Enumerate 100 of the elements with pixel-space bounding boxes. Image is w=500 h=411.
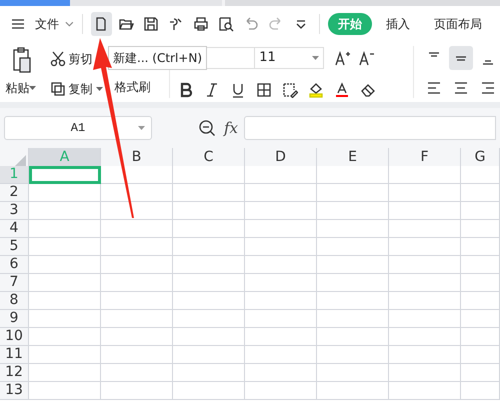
table-cell[interactable] xyxy=(29,256,101,274)
table-cell[interactable] xyxy=(101,220,173,238)
table-cell[interactable] xyxy=(245,256,317,274)
table-cell[interactable] xyxy=(173,256,245,274)
font-size-field[interactable]: 11 xyxy=(254,47,324,69)
row-header[interactable]: 2 xyxy=(0,184,29,202)
table-cell[interactable] xyxy=(173,382,245,400)
row-header[interactable]: 9 xyxy=(0,310,29,328)
ribbon-tab[interactable]: 页面布局 xyxy=(424,13,492,35)
paste-label[interactable]: 粘贴 xyxy=(5,79,30,97)
ribbon-tab[interactable]: 插入 xyxy=(376,13,420,35)
table-cell[interactable] xyxy=(317,166,389,184)
table-cell[interactable] xyxy=(101,238,173,256)
table-cell[interactable] xyxy=(173,238,245,256)
table-cell[interactable] xyxy=(101,328,173,346)
table-cell[interactable] xyxy=(461,310,500,328)
table-cell[interactable] xyxy=(101,202,173,220)
table-cell[interactable] xyxy=(245,184,317,202)
formula-field[interactable] xyxy=(244,116,496,140)
row-header[interactable]: 11 xyxy=(0,346,29,364)
table-cell[interactable] xyxy=(389,346,461,364)
table-cell[interactable] xyxy=(173,202,245,220)
table-cell[interactable] xyxy=(29,292,101,310)
table-cell[interactable] xyxy=(101,184,173,202)
table-cell[interactable] xyxy=(29,346,101,364)
table-cell[interactable] xyxy=(245,238,317,256)
table-cell[interactable] xyxy=(461,220,500,238)
table-cell[interactable] xyxy=(173,364,245,382)
table-cell[interactable] xyxy=(389,220,461,238)
table-cell[interactable] xyxy=(101,274,173,292)
table-cell[interactable] xyxy=(29,310,101,328)
table-cell[interactable] xyxy=(245,364,317,382)
copy-label[interactable]: 复制 xyxy=(68,80,93,98)
table-cell[interactable] xyxy=(101,256,173,274)
table-cell[interactable] xyxy=(245,382,317,400)
table-cell[interactable] xyxy=(245,202,317,220)
table-cell[interactable] xyxy=(173,292,245,310)
table-cell[interactable] xyxy=(389,382,461,400)
table-cell[interactable] xyxy=(245,292,317,310)
row-header[interactable]: 5 xyxy=(0,238,29,256)
table-cell[interactable] xyxy=(29,202,101,220)
table-cell[interactable] xyxy=(389,202,461,220)
name-box[interactable]: A1 xyxy=(4,116,152,140)
table-cell[interactable] xyxy=(461,184,500,202)
table-cell[interactable] xyxy=(389,364,461,382)
file-menu[interactable]: 文件 xyxy=(32,13,61,35)
table-cell[interactable] xyxy=(461,256,500,274)
table-cell[interactable] xyxy=(29,274,101,292)
table-cell[interactable] xyxy=(461,202,500,220)
table-cell[interactable] xyxy=(461,328,500,346)
table-cell[interactable] xyxy=(317,256,389,274)
table-cell[interactable] xyxy=(461,274,500,292)
table-cell[interactable] xyxy=(461,238,500,256)
table-cell[interactable] xyxy=(29,382,101,400)
row-header[interactable]: 7 xyxy=(0,274,29,292)
table-cell[interactable] xyxy=(389,328,461,346)
table-cell[interactable] xyxy=(389,184,461,202)
table-cell[interactable] xyxy=(245,346,317,364)
table-cell[interactable] xyxy=(29,184,101,202)
table-cell[interactable] xyxy=(173,346,245,364)
table-cell[interactable] xyxy=(245,274,317,292)
format-painter-label[interactable]: 格式刷 xyxy=(114,78,170,96)
row-header[interactable]: 4 xyxy=(0,220,29,238)
table-cell[interactable] xyxy=(317,202,389,220)
table-cell[interactable] xyxy=(173,220,245,238)
table-cell[interactable] xyxy=(101,310,173,328)
table-cell[interactable] xyxy=(101,292,173,310)
table-cell[interactable] xyxy=(461,166,500,184)
table-cell[interactable] xyxy=(317,310,389,328)
table-cell[interactable] xyxy=(173,310,245,328)
align-icon[interactable] xyxy=(448,46,473,70)
table-cell[interactable] xyxy=(389,166,461,184)
table-cell[interactable] xyxy=(101,382,173,400)
table-cell[interactable] xyxy=(173,184,245,202)
table-cell[interactable] xyxy=(389,310,461,328)
table-cell[interactable] xyxy=(317,364,389,382)
row-header[interactable]: 6 xyxy=(0,256,29,274)
table-cell[interactable] xyxy=(317,238,389,256)
row-header[interactable]: 3 xyxy=(0,202,29,220)
cut-label[interactable]: 剪切 xyxy=(68,50,93,68)
table-cell[interactable] xyxy=(29,328,101,346)
table-cell[interactable] xyxy=(389,238,461,256)
table-cell[interactable] xyxy=(173,328,245,346)
table-cell[interactable] xyxy=(245,220,317,238)
row-header[interactable]: 8 xyxy=(0,292,29,310)
table-cell[interactable] xyxy=(29,220,101,238)
zoom-icon[interactable] xyxy=(198,119,216,137)
table-cell[interactable] xyxy=(461,292,500,310)
table-cell[interactable] xyxy=(461,382,500,400)
row-header[interactable]: 12 xyxy=(0,364,29,382)
table-cell[interactable] xyxy=(101,364,173,382)
table-cell[interactable] xyxy=(317,382,389,400)
table-cell[interactable] xyxy=(461,364,500,382)
table-cell[interactable] xyxy=(29,238,101,256)
table-cell[interactable] xyxy=(245,166,317,184)
table-cell[interactable] xyxy=(101,346,173,364)
table-cell[interactable] xyxy=(317,292,389,310)
table-cell[interactable] xyxy=(245,310,317,328)
table-cell[interactable] xyxy=(101,166,173,184)
table-cell[interactable] xyxy=(29,364,101,382)
